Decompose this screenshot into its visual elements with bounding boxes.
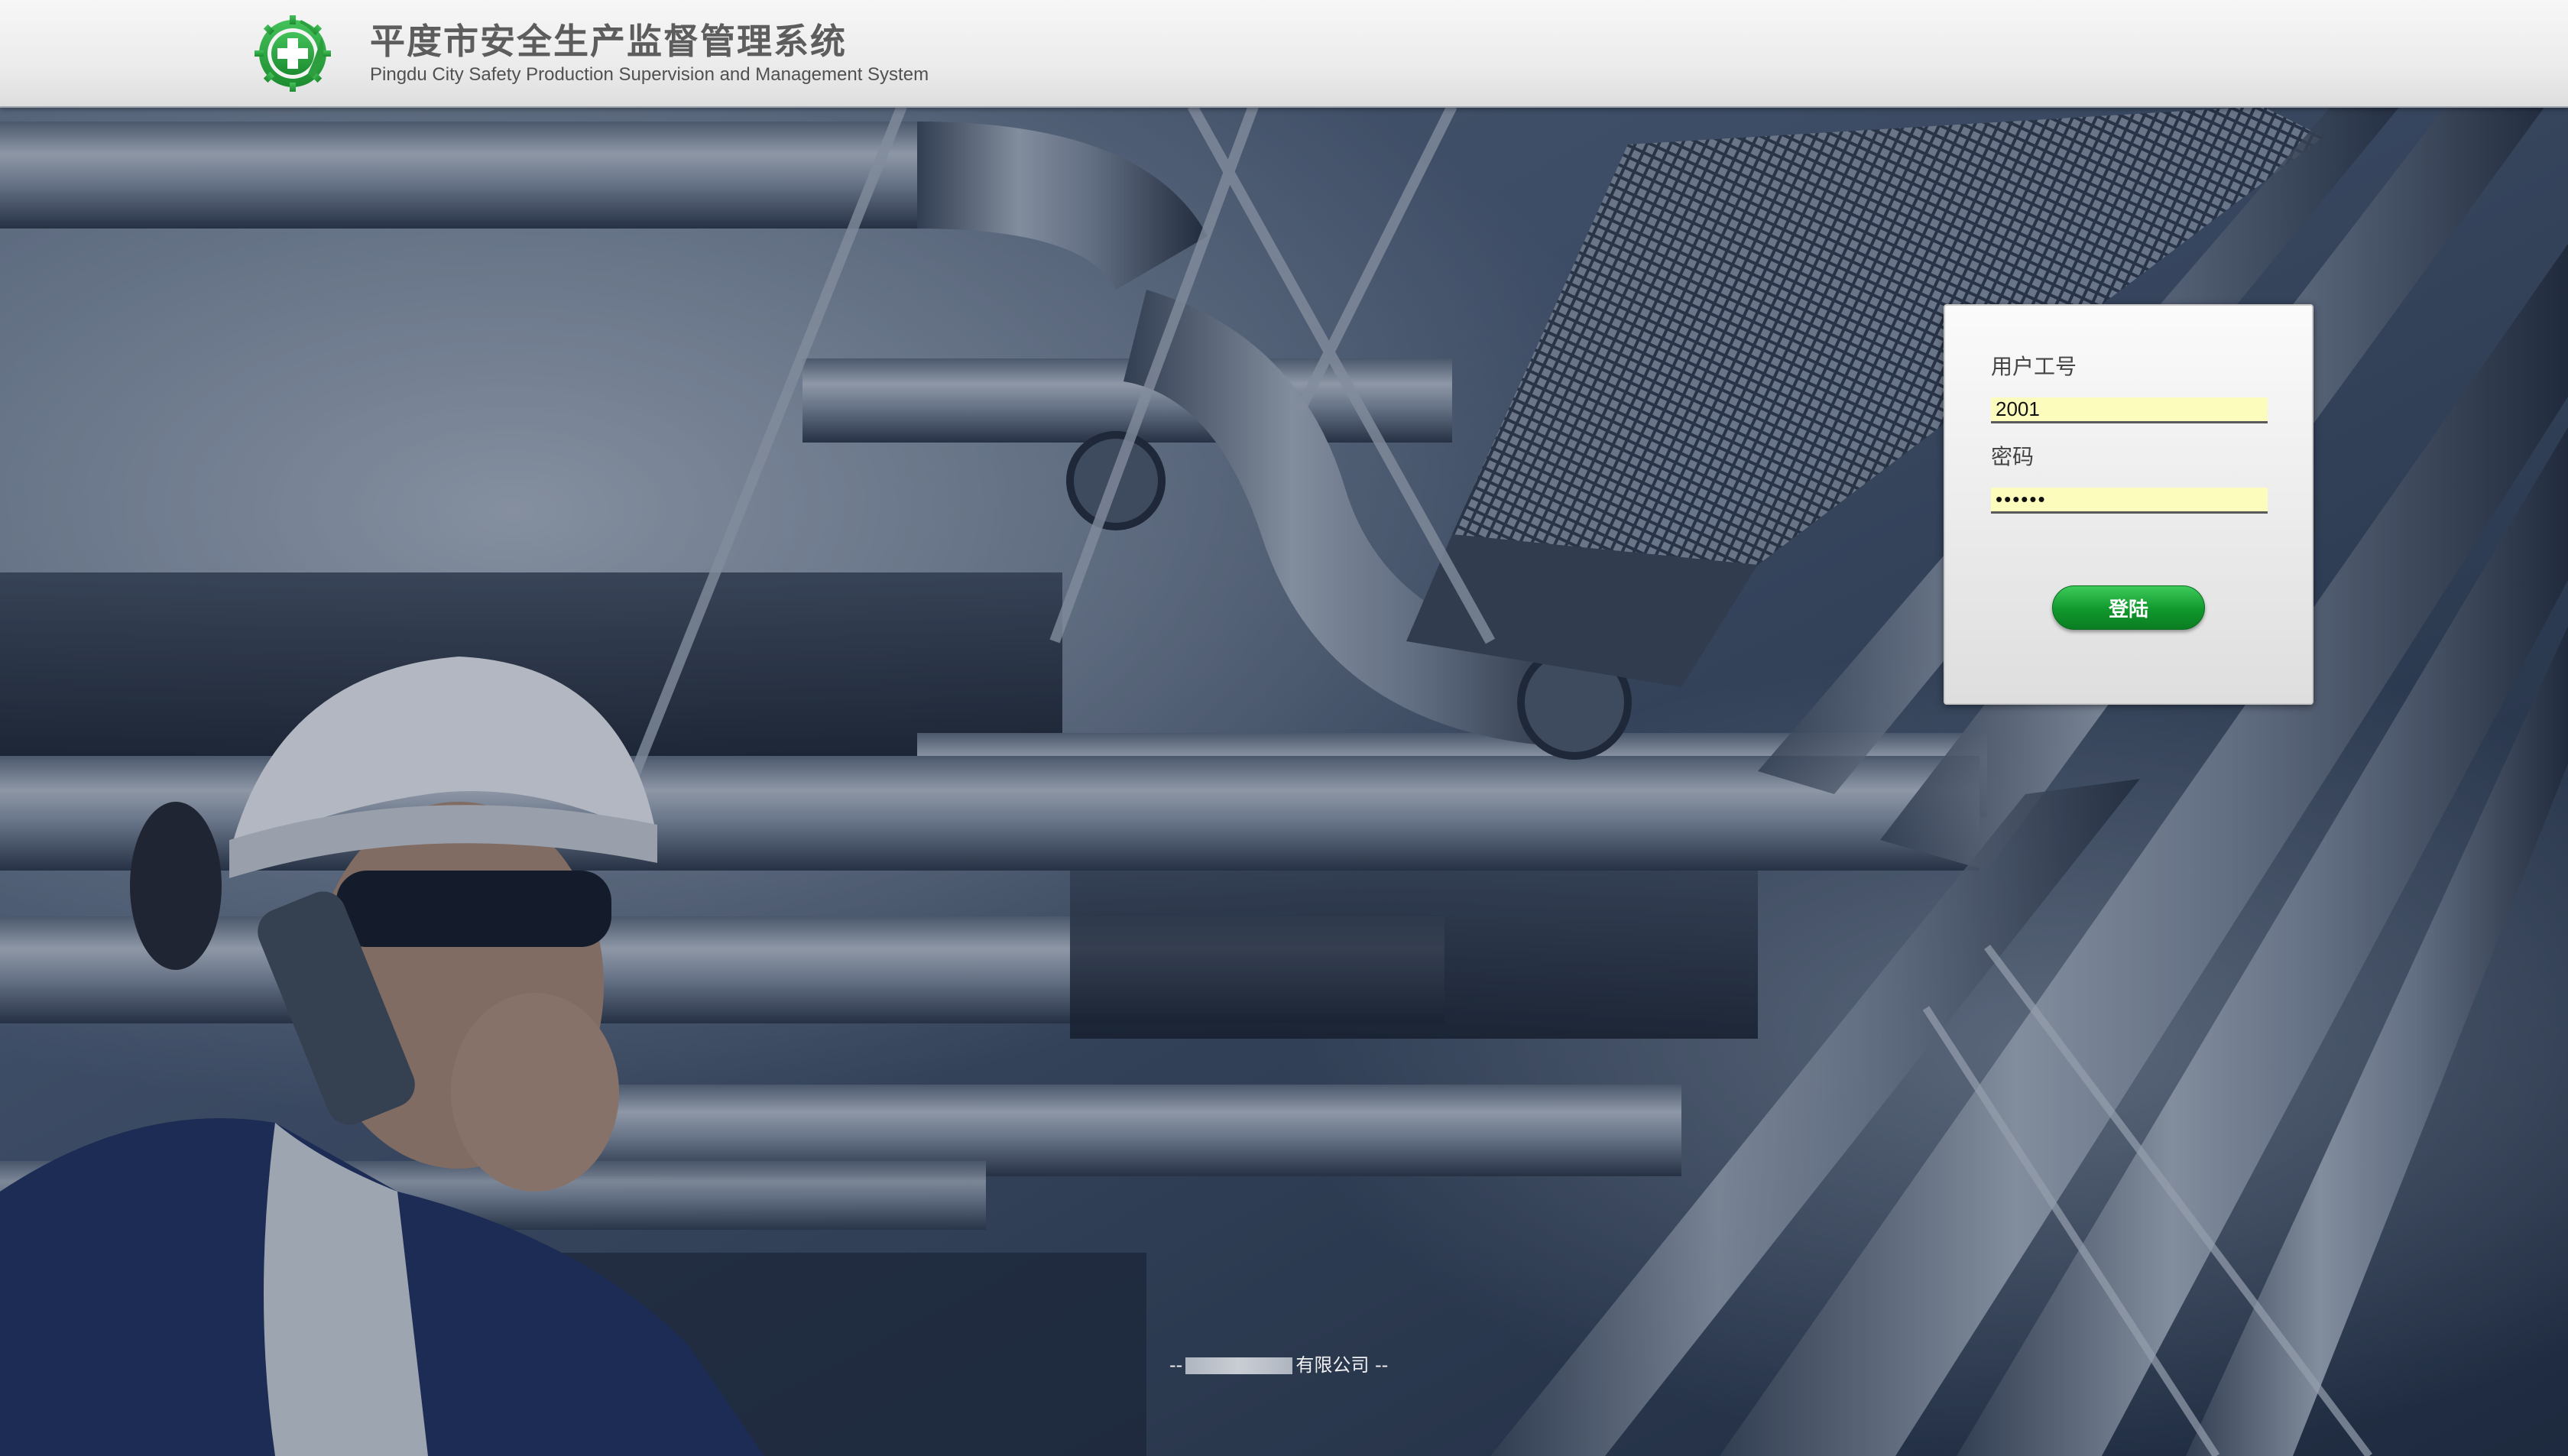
password-input[interactable] [1991, 488, 2268, 514]
safety-logo-icon [255, 15, 331, 92]
login-button[interactable]: 登陆 [2052, 585, 2205, 630]
username-label: 用户工号 [1991, 354, 2077, 379]
footer-company-suffix: 有限公司 -- [1295, 1354, 1389, 1376]
login-panel: 用户工号 密码 登陆 [1944, 304, 2313, 705]
footer-copyright: -- 有限公司 -- [1169, 1350, 1388, 1377]
username-input[interactable] [1991, 397, 2268, 423]
redacted-company-name [1185, 1357, 1293, 1374]
page-subtitle: Pingdu City Safety Production Supervisio… [370, 64, 929, 85]
password-label: 密码 [1991, 444, 2035, 469]
page-title: 平度市安全生产监督管理系统 [370, 21, 847, 62]
footer-prefix: -- [1169, 1354, 1183, 1376]
app-header: 平度市安全生产监督管理系统 Pingdu City Safety Product… [0, 0, 2568, 108]
